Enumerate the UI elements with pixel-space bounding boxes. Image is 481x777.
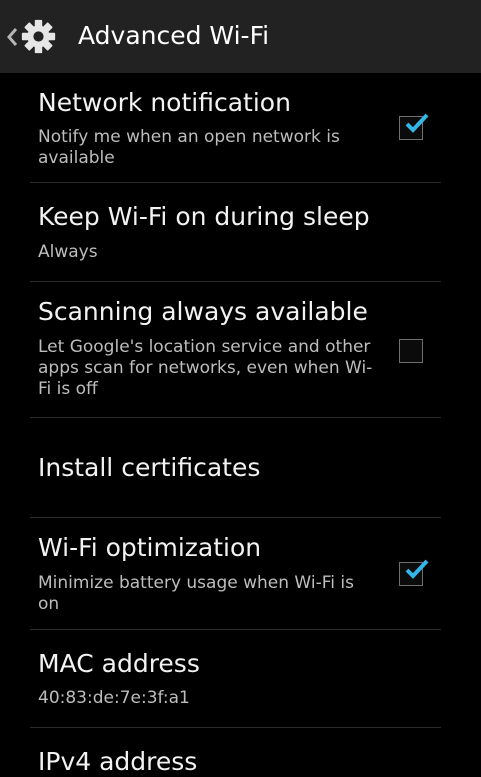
setting-title: Scanning always available (38, 297, 368, 326)
chevron-left-icon (7, 28, 18, 46)
settings-list: Network notification Notify me when an o… (0, 73, 481, 777)
setting-summary: Notify me when an open network is availa… (38, 127, 340, 168)
wifi-optimization-checkbox[interactable] (399, 559, 429, 586)
checkmark-icon (405, 113, 429, 133)
setting-install-certificates[interactable]: Install certificates (30, 418, 441, 518)
setting-scanning-always-available[interactable]: Scanning always available Let Google's l… (30, 282, 441, 418)
action-bar: Advanced Wi-Fi (0, 0, 481, 73)
setting-summary: Minimize battery usage when Wi-Fi is on (38, 573, 354, 614)
setting-title: Network notification (38, 88, 291, 117)
setting-title: MAC address (38, 649, 200, 678)
setting-title: Keep Wi-Fi on during sleep (38, 202, 370, 231)
setting-title: Wi-Fi optimization (38, 533, 262, 562)
setting-ipv4-address: IPv4 address (30, 728, 441, 777)
setting-wifi-optimization[interactable]: Wi-Fi optimization Minimize battery usag… (30, 518, 441, 630)
network-notification-checkbox[interactable] (399, 113, 429, 140)
page-title: Advanced Wi-Fi (78, 21, 270, 50)
setting-summary: Let Google's location service and other … (38, 337, 373, 399)
setting-mac-address: MAC address 40:83:de:7e:3f:a1 (30, 630, 441, 728)
setting-network-notification[interactable]: Network notification Notify me when an o… (30, 73, 441, 183)
setting-keep-wifi-on-during-sleep[interactable]: Keep Wi-Fi on during sleep Always (30, 183, 441, 282)
gear-icon (21, 19, 56, 54)
scanning-always-available-checkbox[interactable] (399, 339, 423, 363)
checkmark-icon (405, 559, 429, 579)
mac-address-value: 40:83:de:7e:3f:a1 (38, 688, 190, 708)
setting-title: Install certificates (38, 453, 261, 482)
setting-summary: Always (38, 242, 98, 262)
advanced-wifi-screen: Advanced Wi-Fi Network notification Noti… (0, 0, 481, 777)
setting-title: IPv4 address (38, 747, 198, 776)
